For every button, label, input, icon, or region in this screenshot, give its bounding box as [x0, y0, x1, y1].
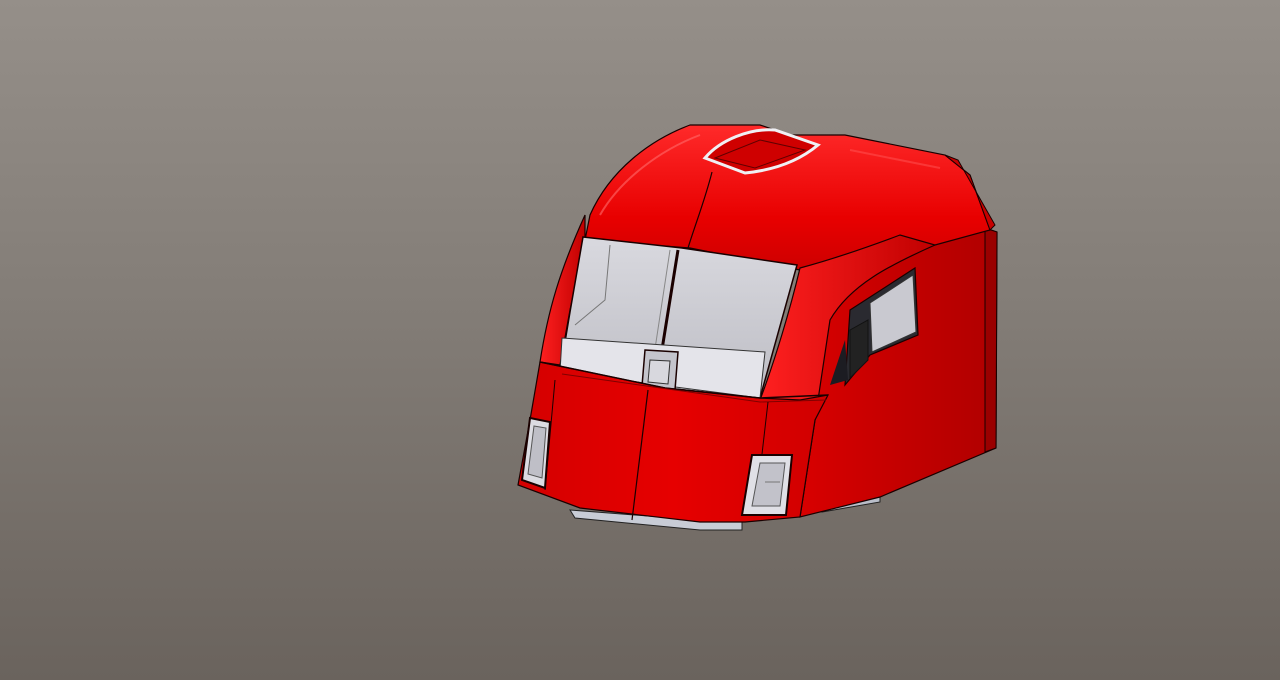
cab-3d-model[interactable]	[0, 0, 1280, 680]
graphics-viewport[interactable]	[0, 0, 1280, 680]
side-edge-strip	[984, 227, 998, 453]
